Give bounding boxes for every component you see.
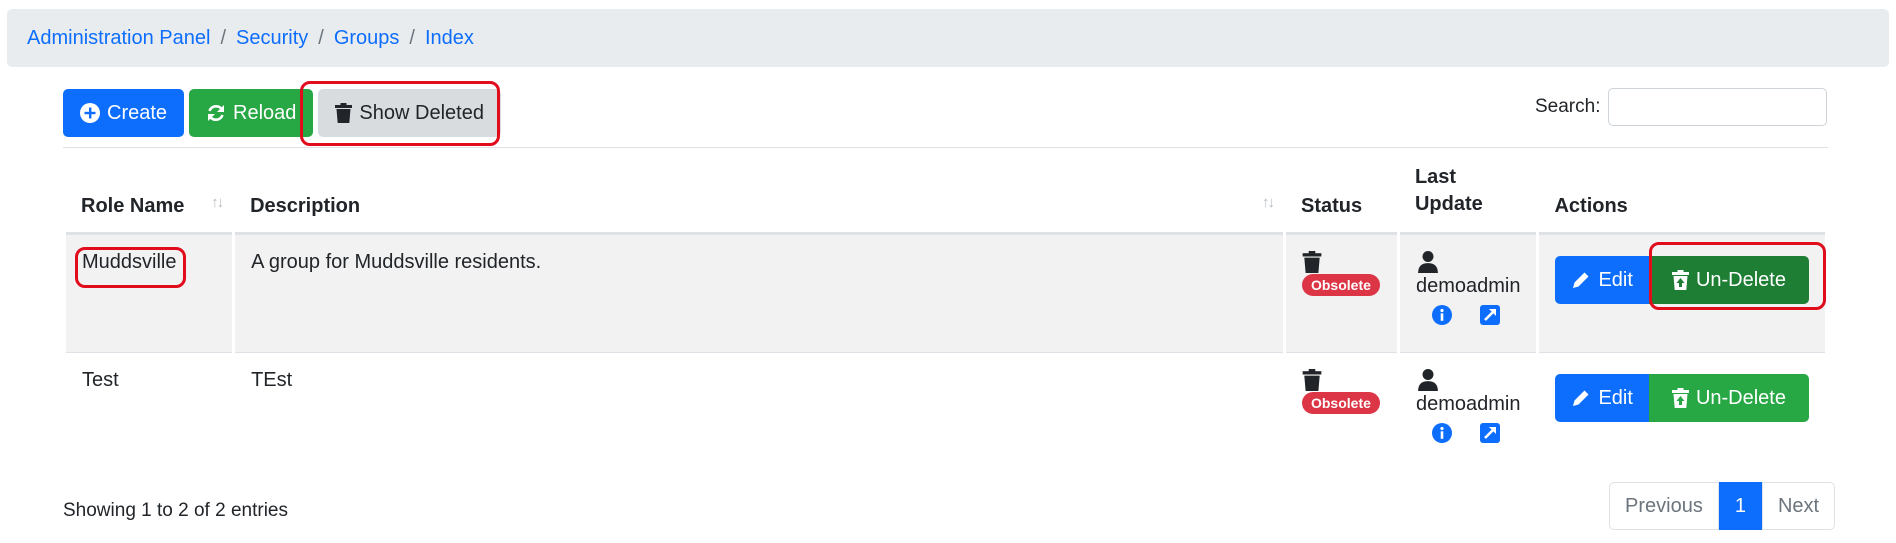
edit-button[interactable]: Edit <box>1555 374 1649 422</box>
last-update-cell: demoadmin <box>1399 352 1537 470</box>
trash-icon <box>1302 251 1322 273</box>
undelete-button-label: Un-Delete <box>1695 268 1786 291</box>
updated-by: demoadmin <box>1415 275 1521 297</box>
user-icon <box>1418 251 1438 273</box>
reload-button[interactable]: Reload <box>189 89 314 137</box>
column-header-label: Status <box>1300 195 1363 217</box>
column-header-role-name[interactable]: Role Name ↑↓ <box>66 148 233 234</box>
status-cell: Obsolete <box>1285 352 1397 470</box>
role-name: Test <box>82 369 119 391</box>
edit-button[interactable]: Edit <box>1555 256 1649 304</box>
show-deleted-button[interactable]: Show Deleted <box>318 89 501 137</box>
column-header-actions: Actions <box>1539 148 1825 234</box>
actions-cell: Edit Un-Delete <box>1539 234 1825 352</box>
edit-button-label: Edit <box>1598 386 1633 409</box>
undelete-button[interactable]: Un-Delete <box>1648 374 1809 422</box>
plus-circle-icon <box>80 103 100 123</box>
info-icon[interactable] <box>1431 304 1453 326</box>
breadcrumb-groups[interactable]: Groups <box>334 27 400 50</box>
role-name: Muddsville <box>82 251 177 273</box>
breadcrumb-administration-panel[interactable]: Administration Panel <box>27 27 210 50</box>
toolbar: Create Reload Show Deleted <box>63 89 506 137</box>
search-box: Search: <box>1535 88 1828 126</box>
search-input[interactable] <box>1608 88 1828 126</box>
table-row: Muddsville A group for Muddsville reside… <box>66 234 1825 352</box>
status-badge: Obsolete <box>1301 392 1380 414</box>
breadcrumb-separator: / <box>409 26 415 49</box>
search-label: Search: <box>1535 96 1601 117</box>
last-update-cell: demoadmin <box>1399 234 1537 352</box>
actions-cell: Edit Un-Delete <box>1539 352 1825 470</box>
show-deleted-button-label: Show Deleted <box>359 101 484 124</box>
page-button[interactable]: 1 <box>1718 482 1762 530</box>
create-button-label: Create <box>107 101 168 124</box>
trash-restore-icon <box>1671 388 1689 408</box>
column-header-label: Role Name <box>81 195 185 217</box>
description-cell: TEst <box>235 352 1283 470</box>
external-link-icon[interactable] <box>1479 304 1501 326</box>
undelete-button-label: Un-Delete <box>1695 386 1786 409</box>
status-badge: Obsolete <box>1301 274 1380 296</box>
edit-button-label: Edit <box>1598 268 1633 291</box>
reload-button-label: Reload <box>233 101 297 124</box>
user-icon <box>1418 369 1438 391</box>
column-header-label: Actions <box>1554 195 1628 217</box>
table-row: Test TEst Obsolete demoadmin Edit Un-Del… <box>66 352 1825 470</box>
trash-icon <box>1302 369 1322 391</box>
description-cell: A group for Muddsville residents. <box>235 234 1283 352</box>
pencil-icon <box>1573 272 1589 288</box>
column-header-label: Last Update <box>1414 166 1483 215</box>
pencil-icon <box>1573 390 1589 406</box>
previous-page-button[interactable]: Previous <box>1609 482 1719 530</box>
groups-table: Role Name ↑↓ Description ↑↓ Status Last … <box>63 147 1828 470</box>
pagination: Previous 1 Next <box>1609 482 1836 530</box>
breadcrumb: Administration Panel / Security / Groups… <box>7 9 1889 67</box>
breadcrumb-index[interactable]: Index <box>425 27 474 50</box>
create-button[interactable]: Create <box>63 89 185 137</box>
info-icon[interactable] <box>1431 422 1453 444</box>
role-name-cell: Muddsville <box>66 234 233 352</box>
sort-icon: ↑↓ <box>1261 194 1275 211</box>
trash-restore-icon <box>1671 270 1689 290</box>
sort-icon: ↑↓ <box>211 194 224 211</box>
trash-icon <box>335 103 353 123</box>
role-name-cell: Test <box>66 352 233 470</box>
description: A group for Muddsville residents. <box>251 251 542 273</box>
table-info: Showing 1 to 2 of 2 entries <box>63 500 288 521</box>
breadcrumb-separator: / <box>220 26 226 49</box>
updated-by: demoadmin <box>1415 393 1521 415</box>
column-header-last-update: Last Update <box>1399 148 1537 234</box>
external-link-icon[interactable] <box>1479 422 1501 444</box>
description: TEst <box>251 369 293 391</box>
sync-icon <box>208 105 225 121</box>
status-cell: Obsolete <box>1285 234 1397 352</box>
next-page-button[interactable]: Next <box>1761 482 1836 530</box>
column-header-status: Status <box>1285 148 1397 234</box>
column-header-label: Description <box>250 195 361 217</box>
undelete-button[interactable]: Un-Delete <box>1648 256 1809 304</box>
breadcrumb-separator: / <box>318 26 324 49</box>
column-header-description[interactable]: Description ↑↓ <box>235 148 1283 234</box>
breadcrumb-security[interactable]: Security <box>236 27 308 50</box>
